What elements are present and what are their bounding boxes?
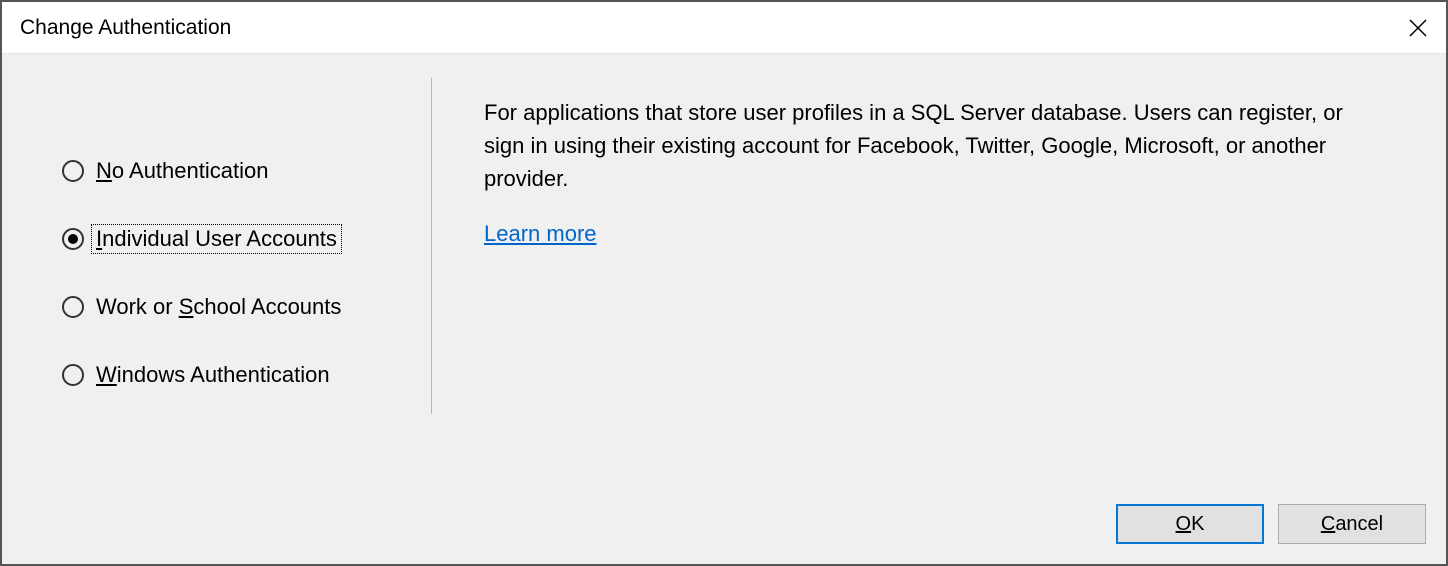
- radio-icon: [62, 228, 84, 250]
- radio-individual-user-accounts[interactable]: Individual User Accounts: [62, 226, 401, 252]
- details-panel: For applications that store user profile…: [432, 78, 1446, 504]
- learn-more-link[interactable]: Learn more: [484, 221, 597, 246]
- radio-label: Individual User Accounts: [91, 224, 342, 254]
- cancel-button-label: Cancel: [1321, 513, 1383, 536]
- ok-button-label: OK: [1176, 513, 1205, 536]
- radio-icon: [62, 364, 84, 386]
- radio-label: No Authentication: [96, 158, 268, 184]
- radio-icon: [62, 296, 84, 318]
- auth-radio-group: No Authentication Individual User Accoun…: [62, 158, 401, 388]
- options-panel: No Authentication Individual User Accoun…: [2, 78, 432, 414]
- dialog-content: No Authentication Individual User Accoun…: [2, 54, 1446, 504]
- radio-windows-authentication[interactable]: Windows Authentication: [62, 362, 401, 388]
- radio-icon: [62, 160, 84, 182]
- ok-button[interactable]: OK: [1116, 504, 1264, 544]
- dialog-footer: OK Cancel: [2, 504, 1446, 564]
- dialog-title: Change Authentication: [20, 16, 231, 40]
- titlebar: Change Authentication: [2, 2, 1446, 54]
- option-description: For applications that store user profile…: [484, 96, 1386, 195]
- close-icon[interactable]: [1404, 14, 1432, 42]
- radio-label: Windows Authentication: [96, 362, 330, 388]
- radio-work-or-school-accounts[interactable]: Work or School Accounts: [62, 294, 401, 320]
- radio-no-authentication[interactable]: No Authentication: [62, 158, 401, 184]
- radio-label: Work or School Accounts: [96, 294, 341, 320]
- cancel-button[interactable]: Cancel: [1278, 504, 1426, 544]
